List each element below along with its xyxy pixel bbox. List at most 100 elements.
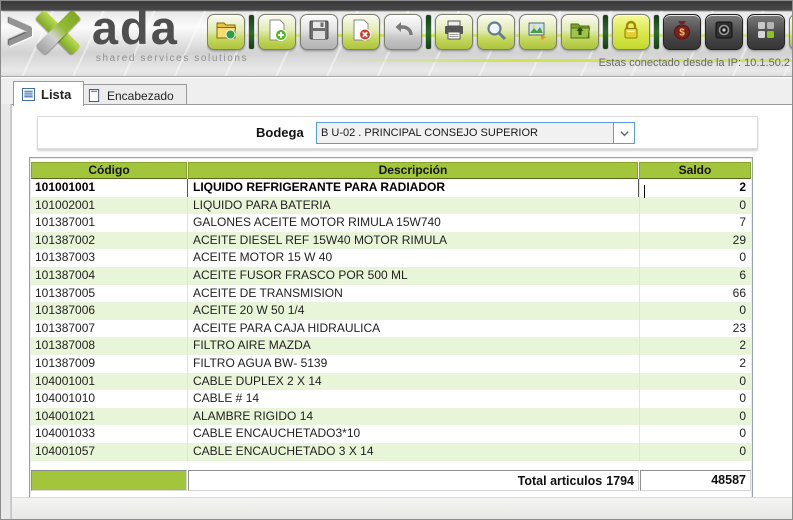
cell-saldo[interactable]: 0 <box>639 249 751 267</box>
cell-saldo[interactable]: 6 <box>639 267 751 285</box>
table-row[interactable]: 101001001LIQUIDO REFRIGERANTE PARA RADIA… <box>31 179 751 197</box>
new-button[interactable] <box>258 14 296 50</box>
left-splitter[interactable] <box>1 104 11 519</box>
footer-total-saldo: 48587 <box>640 470 751 491</box>
table-row[interactable]: 101002001LIQUIDO PARA BATERIA0 <box>31 197 751 215</box>
connection-status: Estas conectado desde la IP: 10.1.50.2 <box>599 57 790 69</box>
table-row[interactable]: 104001021ALAMBRE RIGIDO 140 <box>31 408 751 426</box>
cell-saldo[interactable]: 0 <box>639 425 751 443</box>
table-footer: Total articulos 1794 48587 <box>31 470 751 491</box>
cell-codigo[interactable]: 101387005 <box>31 285 187 303</box>
column-header-codigo[interactable]: Código <box>31 162 187 179</box>
cell-descripcion[interactable]: ACEITE DIESEL REF 15W40 MOTOR RIMULA <box>187 232 639 250</box>
cell-codigo[interactable]: 101002001 <box>31 197 187 215</box>
cell-descripcion[interactable]: FILTRO AGUA BW- 5139 <box>187 355 639 373</box>
save-button[interactable] <box>300 14 338 50</box>
cell-saldo[interactable]: 2 <box>639 355 751 373</box>
text-caret <box>644 185 645 198</box>
cell-descripcion[interactable]: LIQUIDO PARA BATERIA <box>187 197 639 215</box>
cell-descripcion[interactable]: ACEITE PARA CAJA HIDRAULICA <box>187 320 639 338</box>
table-row[interactable]: 104001057CABLE ENCAUCHETADO 3 X 140 <box>31 443 751 461</box>
cell-saldo[interactable]: 66 <box>639 285 751 303</box>
cell-saldo[interactable]: 0 <box>639 390 751 408</box>
cell-codigo[interactable]: 101387004 <box>31 267 187 285</box>
cell-descripcion[interactable]: LIQUIDO REFRIGERANTE PARA RADIADOR <box>187 179 639 197</box>
table-row[interactable]: 101387005ACEITE DE TRANSMISION66 <box>31 285 751 303</box>
app-header: > ada shared services solutions $ Estas … <box>1 1 792 76</box>
money-button[interactable]: $ <box>663 14 701 50</box>
cell-descripcion[interactable]: CABLE # 14 <box>187 390 639 408</box>
cell-descripcion[interactable]: GALONES ACEITE MOTOR RIMULA 15W740 <box>187 214 639 232</box>
cell-codigo[interactable]: 101001001 <box>31 179 187 197</box>
tab-label: Lista <box>41 87 71 102</box>
cell-descripcion[interactable]: ACEITE FUSOR FRASCO POR 500 ML <box>187 267 639 285</box>
cell-codigo[interactable]: 104001021 <box>31 408 187 426</box>
cell-descripcion[interactable]: ACEITE DE TRANSMISION <box>187 285 639 303</box>
ada-logo: > ada shared services solutions <box>7 7 248 64</box>
cell-codigo[interactable]: 104001057 <box>31 443 187 461</box>
cell-saldo[interactable]: 23 <box>639 320 751 338</box>
bodega-selected-value: B U-02 . PRINCIPAL CONSEJO SUPERIOR <box>317 123 613 143</box>
bodega-select[interactable]: B U-02 . PRINCIPAL CONSEJO SUPERIOR <box>316 122 635 144</box>
table-row[interactable]: 101387008FILTRO AIRE MAZDA2 <box>31 337 751 355</box>
cell-saldo[interactable]: 29 <box>639 232 751 250</box>
cell-codigo[interactable]: 101387006 <box>31 302 187 320</box>
toolbar: $ <box>207 10 792 54</box>
cell-saldo[interactable]: 0 <box>639 408 751 426</box>
table-row[interactable]: 104001001CABLE DUPLEX 2 X 140 <box>31 373 751 391</box>
table-row[interactable]: 101387004ACEITE FUSOR FRASCO POR 500 ML6 <box>31 267 751 285</box>
table-row[interactable]: 101387001GALONES ACEITE MOTOR RIMULA 15W… <box>31 214 751 232</box>
cell-descripcion[interactable]: FILTRO AIRE MAZDA <box>187 337 639 355</box>
cell-saldo[interactable]: 0 <box>639 197 751 215</box>
more-button[interactable] <box>789 14 792 50</box>
table-row[interactable]: 101387007ACEITE PARA CAJA HIDRAULICA23 <box>31 320 751 338</box>
cell-saldo[interactable]: 2 <box>639 337 751 355</box>
column-header-saldo[interactable]: Saldo <box>639 162 751 179</box>
print-button[interactable] <box>435 14 473 50</box>
safe-button[interactable] <box>705 14 743 50</box>
table-row[interactable]: 101387003ACEITE MOTOR 15 W 400 <box>31 249 751 267</box>
cell-descripcion[interactable]: CABLE ENCAUCHETADO 3 X 14 <box>187 443 639 461</box>
folder-up-button[interactable] <box>561 14 599 50</box>
cell-codigo[interactable]: 101387008 <box>31 337 187 355</box>
column-header-descripcion[interactable]: Descripción <box>188 162 638 179</box>
table-row[interactable]: 104001010CABLE # 140 <box>31 390 751 408</box>
tab-encabezado[interactable]: Encabezado <box>79 84 187 106</box>
cell-saldo[interactable]: 2 <box>639 179 751 197</box>
cell-descripcion[interactable]: CABLE DUPLEX 2 X 14 <box>187 373 639 391</box>
cell-saldo[interactable]: 0 <box>639 443 751 461</box>
calculator-button[interactable] <box>747 14 785 50</box>
cell-codigo[interactable]: 101387009 <box>31 355 187 373</box>
cell-codigo[interactable]: 101387001 <box>31 214 187 232</box>
total-label: Total articulos <box>518 474 603 488</box>
undo-button[interactable] <box>384 14 422 50</box>
export-image-button[interactable] <box>519 14 557 50</box>
cell-saldo[interactable]: 7 <box>639 214 751 232</box>
app-window: > ada shared services solutions $ Estas … <box>0 0 793 520</box>
cell-codigo[interactable]: 104001001 <box>31 373 187 391</box>
chevron-down-icon[interactable] <box>613 123 634 143</box>
tab-lista[interactable]: Lista <box>13 81 84 106</box>
delete-button[interactable] <box>342 14 380 50</box>
table-row[interactable]: 101387009FILTRO AGUA BW- 51392 <box>31 355 751 373</box>
cell-codigo[interactable]: 101387003 <box>31 249 187 267</box>
cell-descripcion[interactable]: ACEITE 20 W 50 1/4 <box>187 302 639 320</box>
logo-wordmark: ada <box>92 7 248 49</box>
cell-saldo[interactable]: 0 <box>639 373 751 391</box>
table-row[interactable]: 101387002ACEITE DIESEL REF 15W40 MOTOR R… <box>31 232 751 250</box>
table-row[interactable]: 104001033CABLE ENCAUCHETADO3*100 <box>31 425 751 443</box>
tab-label: Encabezado <box>107 89 174 103</box>
cell-codigo[interactable]: 104001033 <box>31 425 187 443</box>
cell-descripcion[interactable]: ACEITE MOTOR 15 W 40 <box>187 249 639 267</box>
lock-button[interactable] <box>612 14 650 50</box>
export-image-icon <box>526 18 550 47</box>
cell-saldo[interactable]: 0 <box>639 302 751 320</box>
cell-descripcion[interactable]: ALAMBRE RIGIDO 14 <box>187 408 639 426</box>
search-button[interactable] <box>477 14 515 50</box>
cell-codigo[interactable]: 104001010 <box>31 390 187 408</box>
logo-tagline: shared services solutions <box>96 53 248 64</box>
table-row[interactable]: 101387006ACEITE 20 W 50 1/40 <box>31 302 751 320</box>
cell-codigo[interactable]: 101387002 <box>31 232 187 250</box>
cell-codigo[interactable]: 101387007 <box>31 320 187 338</box>
cell-descripcion[interactable]: CABLE ENCAUCHETADO3*10 <box>187 425 639 443</box>
